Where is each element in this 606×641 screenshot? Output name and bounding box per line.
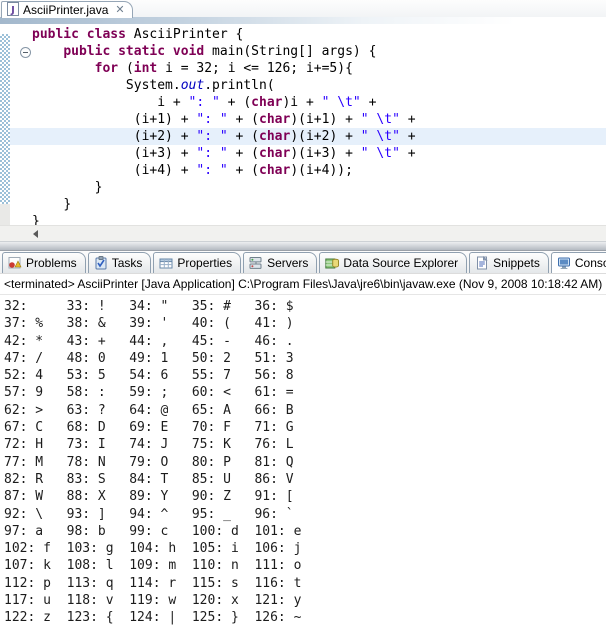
editor-marker-bar bbox=[0, 24, 10, 225]
scroll-left-arrow-icon[interactable] bbox=[33, 230, 38, 238]
tasks-icon bbox=[94, 256, 108, 270]
svg-text:J: J bbox=[10, 5, 15, 16]
java-file-icon: J bbox=[7, 2, 19, 19]
code-line[interactable]: (i+3) + ": " + (char)(i+3) + " \t" + bbox=[32, 145, 606, 162]
editor-tab-close-icon[interactable]: ✕ bbox=[115, 5, 124, 16]
eclipse-window: J AsciiPrinter.java ✕ public class Ascii… bbox=[0, 0, 606, 641]
editor-tab-label: AsciiPrinter.java bbox=[23, 3, 108, 17]
console-status-line: <terminated> AsciiPrinter [Java Applicat… bbox=[0, 274, 606, 295]
editor-tabbar: J AsciiPrinter.java ✕ bbox=[0, 0, 606, 17]
tab-properties[interactable]: Properties bbox=[153, 252, 241, 273]
code-line[interactable]: System.out.println( bbox=[32, 77, 606, 94]
tab-label: Data Source Explorer bbox=[343, 256, 458, 270]
snippets-icon bbox=[475, 256, 489, 270]
problems-icon bbox=[8, 256, 22, 270]
properties-icon bbox=[159, 256, 173, 270]
tab-data-source-explorer[interactable]: Data Source Explorer bbox=[319, 252, 467, 273]
code-line[interactable]: public static void main(String[] args) { bbox=[32, 43, 606, 60]
console-icon bbox=[557, 256, 571, 270]
tab-label: Servers bbox=[267, 256, 308, 270]
code-editor-area[interactable]: public class AsciiPrinter { public stati… bbox=[0, 24, 606, 225]
tab-label: Snippets bbox=[493, 256, 540, 270]
code-editor-text[interactable]: public class AsciiPrinter { public stati… bbox=[32, 26, 606, 225]
code-line[interactable]: } bbox=[32, 213, 606, 225]
marker-bar-hatch-pattern bbox=[0, 34, 10, 204]
editor-horizontal-scrollbar[interactable] bbox=[0, 225, 606, 241]
code-line[interactable]: public class AsciiPrinter { bbox=[32, 26, 606, 43]
data-source-explorer-icon bbox=[325, 256, 339, 270]
bottom-view-tabbar: Problems Tasks Properties Servers Data Sourc… bbox=[0, 251, 606, 274]
fold-collapse-icon[interactable] bbox=[20, 47, 31, 58]
code-line[interactable]: (i+1) + ": " + (char)(i+1) + " \t" + bbox=[32, 111, 606, 128]
code-line[interactable]: } bbox=[32, 179, 606, 196]
pane-divider-sash[interactable] bbox=[0, 241, 606, 251]
code-line[interactable]: for (int i = 32; i <= 126; i+=5){ bbox=[32, 60, 606, 77]
code-line[interactable]: (i+2) + ": " + (char)(i+2) + " \t" + bbox=[32, 128, 606, 145]
console-output[interactable]: 32: 33: ! 34: " 35: # 36: $ 37: % 38: & … bbox=[0, 295, 606, 641]
tab-snippets[interactable]: Snippets bbox=[469, 252, 549, 273]
code-line[interactable]: } bbox=[32, 196, 606, 213]
tab-console[interactable]: Console✕ bbox=[551, 252, 606, 273]
tab-label: Properties bbox=[177, 256, 232, 270]
code-line[interactable]: i + ": " + (char)i + " \t" + bbox=[32, 94, 606, 111]
code-line[interactable]: (i+4) + ": " + (char)(i+4)); bbox=[32, 162, 606, 179]
tab-tasks[interactable]: Tasks bbox=[88, 252, 152, 273]
tab-label: Tasks bbox=[112, 256, 143, 270]
editor-tab[interactable]: J AsciiPrinter.java ✕ bbox=[1, 1, 133, 18]
servers-icon bbox=[249, 256, 263, 270]
editor-header-gradient bbox=[0, 17, 606, 24]
tab-label: Console bbox=[575, 256, 606, 270]
tab-servers[interactable]: Servers bbox=[243, 252, 317, 273]
tab-label: Problems bbox=[26, 256, 77, 270]
tab-problems[interactable]: Problems bbox=[2, 252, 86, 273]
